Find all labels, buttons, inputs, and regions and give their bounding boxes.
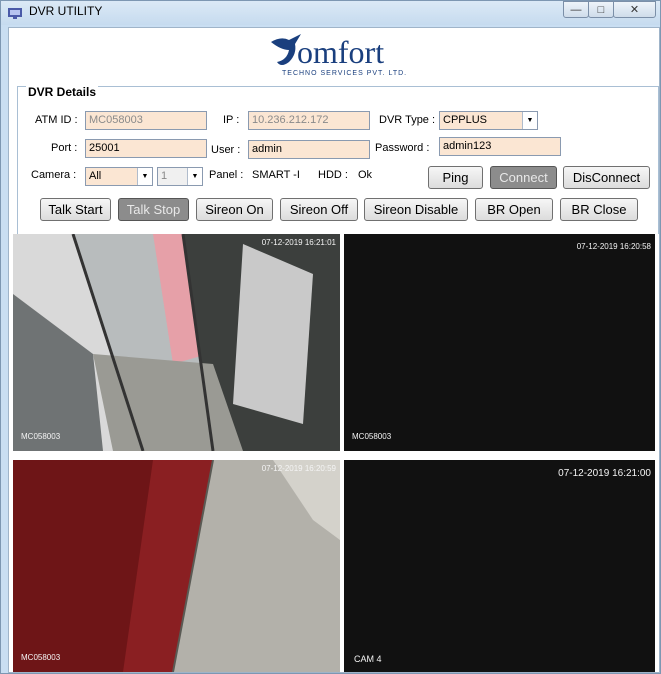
panel-label: Panel : bbox=[209, 169, 244, 181]
port-field[interactable]: 25001 bbox=[85, 139, 207, 158]
user-field[interactable]: admin bbox=[248, 140, 370, 159]
group-title: DVR Details bbox=[26, 85, 99, 99]
minimize-button[interactable]: — bbox=[563, 1, 589, 18]
port-label: Port : bbox=[51, 142, 78, 154]
maximize-icon: □ bbox=[597, 3, 605, 16]
minimize-icon: — bbox=[570, 3, 582, 16]
connect-button[interactable]: Connect bbox=[490, 166, 557, 189]
maximize-button[interactable]: □ bbox=[588, 1, 614, 18]
header: omfort TECHNO SERVICES PVT. LTD. bbox=[9, 28, 659, 80]
camera-feed-image bbox=[13, 460, 340, 672]
disconnect-button[interactable]: DisConnect bbox=[563, 166, 650, 189]
app-icon bbox=[8, 8, 22, 19]
sireon-disable-button[interactable]: Sireon Disable bbox=[364, 198, 468, 221]
camera-view-2[interactable]: 07-12-2019 16:20:58 MC058003 bbox=[344, 234, 655, 451]
password-field[interactable]: admin123 bbox=[439, 137, 561, 156]
camera-label: Camera : bbox=[31, 169, 77, 181]
logo-subtitle: TECHNO SERVICES PVT. LTD. bbox=[282, 70, 408, 77]
sireon-on-button[interactable]: Sireon On bbox=[196, 198, 273, 221]
window-title: DVR UTILITY bbox=[29, 4, 103, 18]
camera-name: MC058003 bbox=[352, 432, 392, 441]
dvr-utility-window: DVR UTILITY — □ ✕ omfort TECHNO SERVICES… bbox=[0, 0, 661, 674]
camera-timestamp: 07-12-2019 16:20:58 bbox=[576, 242, 651, 251]
ip-label: IP : bbox=[223, 114, 240, 126]
hdd-label: HDD : bbox=[318, 169, 348, 181]
camera-name: MC058003 bbox=[21, 432, 61, 441]
atm-id-label: ATM ID : bbox=[35, 114, 78, 126]
camera-name: MC058003 bbox=[21, 653, 61, 662]
camera-feed-image bbox=[13, 234, 340, 451]
dvr-type-label: DVR Type : bbox=[379, 114, 436, 126]
camera-timestamp: 07-12-2019 16:21:01 bbox=[261, 238, 336, 247]
ip-field[interactable]: 10.236.212.172 bbox=[248, 111, 370, 130]
dvr-type-select[interactable]: CPPLUS ▼ bbox=[439, 111, 538, 130]
ping-button[interactable]: Ping bbox=[428, 166, 483, 189]
panel-value: SMART -I bbox=[252, 169, 300, 181]
camera-select[interactable]: All ▼ bbox=[85, 167, 153, 186]
camera-name: CAM 4 bbox=[354, 654, 382, 664]
title-bar: DVR UTILITY — □ ✕ bbox=[1, 1, 660, 25]
br-close-button[interactable]: BR Close bbox=[560, 198, 638, 221]
camera-grid: 07-12-2019 16:21:01 MC058003 07-12-2019 … bbox=[9, 234, 659, 672]
hdd-value: Ok bbox=[358, 169, 373, 181]
user-label: User : bbox=[211, 144, 241, 156]
atm-id-field[interactable]: MC058003 bbox=[85, 111, 207, 130]
dvr-type-value: CPPLUS bbox=[443, 114, 488, 126]
talk-stop-button[interactable]: Talk Stop bbox=[118, 198, 189, 221]
camera-timestamp: 07-12-2019 16:20:59 bbox=[261, 464, 336, 473]
camera-timestamp: 07-12-2019 16:21:00 bbox=[558, 468, 651, 479]
dvr-details-group: DVR Details ATM ID : MC058003 IP : 10.23… bbox=[17, 85, 659, 236]
camera-value: All bbox=[89, 170, 102, 182]
close-icon: ✕ bbox=[629, 4, 640, 16]
talk-start-button[interactable]: Talk Start bbox=[40, 198, 111, 221]
camera-view-3[interactable]: 07-12-2019 16:20:59 MC058003 bbox=[13, 460, 340, 672]
password-label: Password : bbox=[375, 142, 430, 154]
chevron-down-icon: ▼ bbox=[522, 112, 537, 129]
chevron-down-icon: ▼ bbox=[187, 168, 202, 185]
channel-select[interactable]: 1 ▼ bbox=[157, 167, 203, 186]
client-area: omfort TECHNO SERVICES PVT. LTD. DVR Det… bbox=[8, 27, 660, 673]
logo-text: omfort bbox=[297, 34, 385, 70]
close-button[interactable]: ✕ bbox=[613, 1, 656, 18]
company-logo: omfort TECHNO SERVICES PVT. LTD. bbox=[267, 30, 427, 80]
camera-view-4[interactable]: 07-12-2019 16:21:00 CAM 4 bbox=[344, 460, 655, 672]
camera-view-1[interactable]: 07-12-2019 16:21:01 MC058003 bbox=[13, 234, 340, 451]
channel-value: 1 bbox=[161, 170, 168, 182]
chevron-down-icon: ▼ bbox=[137, 168, 152, 185]
br-open-button[interactable]: BR Open bbox=[475, 198, 553, 221]
sireon-off-button[interactable]: Sireon Off bbox=[280, 198, 358, 221]
